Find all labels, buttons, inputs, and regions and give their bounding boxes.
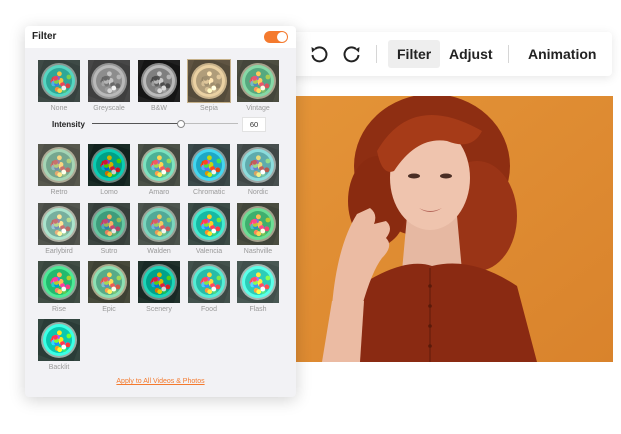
toggle-knob [277,32,287,42]
filter-thumbnail [137,59,181,103]
filter-option[interactable]: Scenery [137,260,181,313]
filter-toggle[interactable] [264,31,288,43]
filter-thumbnail [87,59,131,103]
intensity-value-input[interactable]: 60 [242,117,266,132]
filter-option[interactable]: Earlybird [37,202,81,255]
filter-option[interactable]: None [37,59,81,112]
filter-thumbnail [37,202,81,246]
filter-option[interactable]: Vintage [236,59,280,112]
slider-fill [92,123,180,124]
filter-option[interactable]: Sutro [87,202,131,255]
filter-thumbnail [236,59,280,103]
filter-option[interactable]: Walden [137,202,181,255]
slider-handle[interactable] [176,120,185,128]
filter-label: B&W [151,105,167,112]
panel-title: Filter [32,31,57,42]
filter-thumbnail [37,59,81,103]
filter-thumbnail [187,202,231,246]
filter-option[interactable]: Chromatic [187,143,231,196]
filter-option[interactable]: Nashville [236,202,280,255]
filter-thumbnail [236,143,280,187]
filter-option[interactable]: Food [187,260,231,313]
redo-icon[interactable] [341,43,363,65]
filter-thumbnail [87,143,131,187]
filter-thumbnail [37,318,81,362]
intensity-label: Intensity [52,120,85,129]
filter-thumbnail [37,260,81,304]
filter-thumbnail [137,202,181,246]
filter-thumbnail [236,202,280,246]
filter-thumbnail [137,260,181,304]
filter-label: Food [201,306,217,313]
tab-filter[interactable]: Filter [388,40,441,68]
filter-thumbnail [87,202,131,246]
filter-option[interactable]: Sepia [187,59,231,112]
tab-adjust[interactable]: Adjust [440,40,502,68]
filter-thumbnail [137,143,181,187]
filter-panel-header: Filter [25,26,296,48]
filter-label: Nashville [243,248,273,255]
filter-option[interactable]: Nordic [236,143,280,196]
filter-thumbnail [37,143,81,187]
filter-thumbnail [187,143,231,187]
filter-label: Walden [147,248,171,255]
filter-option[interactable]: Flash [236,260,280,313]
filter-label: Rise [51,306,66,313]
filter-label: Lomo [100,189,118,196]
filter-option[interactable]: Backlit [37,318,81,371]
apply-to-all-link[interactable]: Apply to All Videos & Photos [25,378,296,385]
edit-toolbar: Filter Adjust Animation [282,32,612,76]
filter-label: Earlybird [45,248,73,255]
intensity-slider[interactable] [92,119,238,129]
filter-label: Retro [50,189,68,196]
photo-preview [282,96,613,362]
filter-thumbnail [236,260,280,304]
toolbar-divider [508,45,509,63]
filter-label: Amaro [148,189,170,196]
filter-option[interactable]: Greyscale [87,59,131,112]
filter-thumbnail [187,59,231,103]
filter-label: Scenery [146,306,172,313]
filter-label: Chromatic [193,189,225,196]
filter-thumbnail [187,260,231,304]
filter-option[interactable]: Valencia [187,202,231,255]
filter-option[interactable]: Lomo [87,143,131,196]
toolbar-divider [376,45,377,63]
filter-option[interactable]: Rise [37,260,81,313]
filter-label: Epic [102,306,116,313]
filter-panel: Filter None Greyscale B&W Sepia Vintage Retro… [25,26,296,397]
filter-option[interactable]: Amaro [137,143,181,196]
filter-label: Valencia [195,248,223,255]
filter-thumbnail [87,260,131,304]
filter-option[interactable]: B&W [137,59,181,112]
filter-option[interactable]: Retro [37,143,81,196]
filter-label: Sepia [200,105,218,112]
filter-label: Backlit [48,364,70,371]
filter-label: Vintage [246,105,270,112]
undo-icon[interactable] [308,43,330,65]
filter-label: Nordic [247,189,269,196]
tab-animation[interactable]: Animation [519,40,605,68]
filter-label: Sutro [100,248,118,255]
filter-label: None [50,105,68,112]
filter-label: Greyscale [93,105,125,112]
filter-option[interactable]: Epic [87,260,131,313]
filter-label: Flash [249,306,267,313]
